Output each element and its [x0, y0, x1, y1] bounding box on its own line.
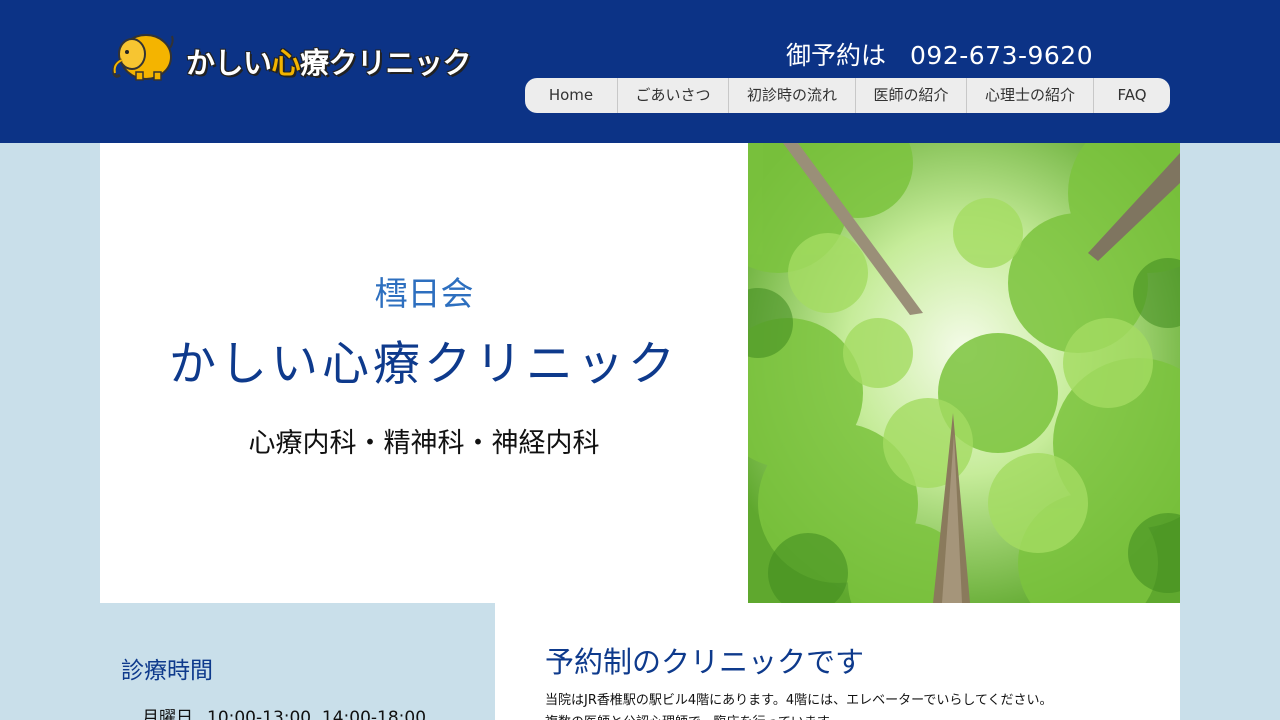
hours-row: 月曜日 10:00-13:00, 14:00-18:00 [142, 703, 426, 720]
organization-name: 樰日会 [374, 274, 474, 313]
nav-faq[interactable]: FAQ [1094, 78, 1170, 113]
phone-number[interactable]: 092-673-9620 [910, 41, 1093, 70]
hours-time: 10:00-13:00, 14:00-18:00 [207, 708, 427, 720]
clinic-name-heading: かしい心療クリニック [169, 337, 679, 392]
nav-doctors[interactable]: 医師の紹介 [856, 78, 967, 113]
elephant-logo-icon [112, 34, 174, 81]
main-nav: Home ごあいさつ 初診時の流れ 医師の紹介 心理士の紹介 FAQ [525, 78, 1170, 113]
hero-panel: 樰日会 かしい心療クリニック 心療内科・精神科・神経内科 [100, 143, 748, 603]
phone-label: 御予約は [786, 41, 887, 70]
main-heading: 予約制のクリニックです [545, 645, 865, 679]
forest-canopy-photo [748, 143, 1180, 603]
clinic-logo[interactable]: かしい心療クリニック [110, 30, 480, 86]
intro-paragraph: 当院はJR香椎駅の駅ビル4階にあります。4階には、エレベーターでいらしてください… [545, 693, 1053, 708]
intro-paragraph: 複数の医師と公認心理師で、臨床を行っています。 [545, 711, 842, 720]
reservation-phone: 御予約は 092-673-9620 [786, 36, 1116, 72]
nav-psychologists[interactable]: 心理士の紹介 [967, 78, 1094, 113]
hours-day: 月曜日 [142, 708, 193, 720]
departments-text: 心療内科・精神科・神経内科 [248, 428, 600, 459]
nav-first-visit-flow[interactable]: 初診時の流れ [729, 78, 856, 113]
hours-heading: 診療時間 [121, 658, 213, 684]
site-header: かしい心療クリニック 御予約は 092-673-9620 Home ごあいさつ 初… [0, 0, 1280, 143]
main-content: 予約制のクリニックです 当院はJR香椎駅の駅ビル4階にあります。4階には、エレベ… [495, 603, 1180, 720]
nav-home[interactable]: Home [525, 78, 618, 113]
nav-greeting[interactable]: ごあいさつ [618, 78, 729, 113]
logo-wordmark: かしい心療クリニック [186, 46, 472, 80]
hours-sidebar: 診療時間 月曜日 10:00-13:00, 14:00-18:00 [100, 603, 495, 720]
